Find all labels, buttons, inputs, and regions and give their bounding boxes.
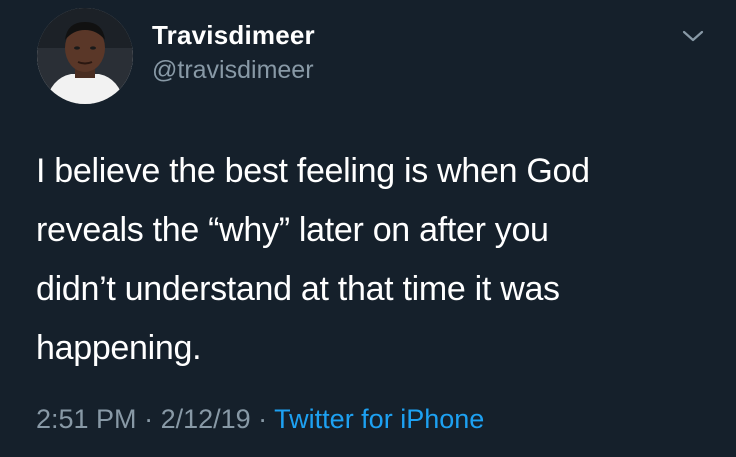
tweet-line: happening. (36, 329, 202, 367)
chevron-down-icon[interactable] (678, 26, 708, 46)
profile-photo-icon (37, 8, 133, 104)
tweet-line: reveals the “why” later on after you (36, 211, 549, 249)
tweet-time[interactable]: 2:51 PM (36, 404, 137, 434)
avatar[interactable] (37, 8, 133, 104)
tweet-meta: 2:51 PM · 2/12/19 · Twitter for iPhone (36, 404, 484, 435)
display-name[interactable]: Travisdimeer (152, 20, 315, 51)
tweet-line: I believe the best feeling is when God (36, 152, 590, 190)
tweet-line: didn’t understand at that time it was (36, 270, 560, 308)
user-handle[interactable]: @travisdimeer (152, 56, 314, 85)
tweet-source-link[interactable]: Twitter for iPhone (274, 404, 484, 434)
tweet-text: I believe the best feeling is when God r… (36, 142, 726, 378)
chevron-down-icon-graphic (682, 30, 704, 42)
meta-separator: · (250, 404, 275, 434)
tweet-date[interactable]: 2/12/19 (161, 404, 251, 434)
meta-separator: · (136, 404, 161, 434)
